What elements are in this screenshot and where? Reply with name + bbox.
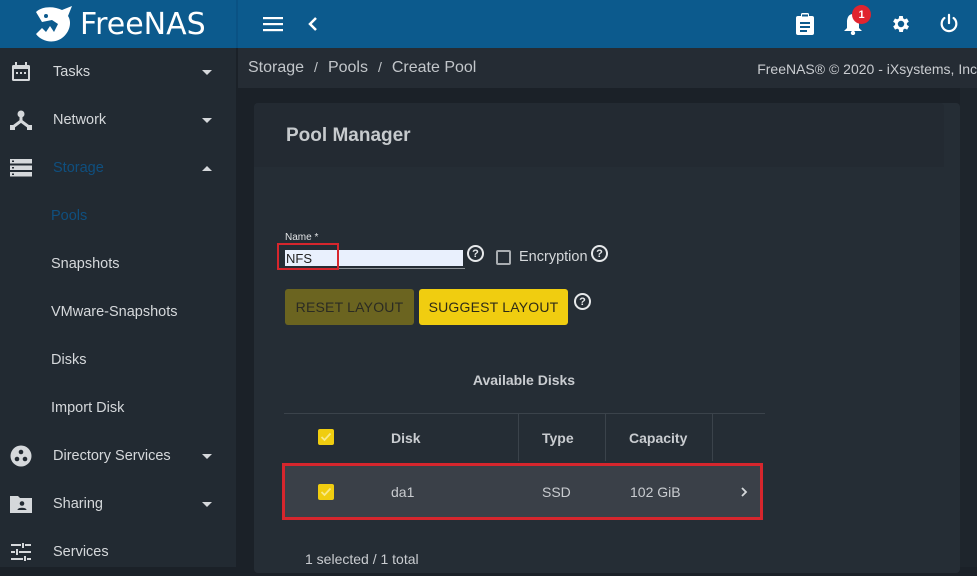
sidebar-subitem-label: VMware-Snapshots bbox=[51, 304, 178, 320]
select-all-checkbox[interactable] bbox=[318, 429, 334, 445]
gear-icon[interactable] bbox=[889, 12, 913, 36]
column-divider bbox=[518, 414, 519, 461]
notification-badge: 1 bbox=[852, 5, 871, 24]
chevron-right-icon[interactable] bbox=[740, 466, 748, 517]
sidebar-item-label: Services bbox=[53, 544, 109, 560]
sidebar: Tasks Network Storage Pools Snapshots VM… bbox=[0, 48, 236, 567]
breadcrumb-separator: / bbox=[377, 59, 382, 75]
shark-logo-icon bbox=[36, 6, 72, 42]
cell-type: SSD bbox=[542, 483, 571, 500]
suggest-layout-button[interactable]: SUGGEST LAYOUT bbox=[419, 289, 568, 325]
caret-down-icon bbox=[202, 117, 212, 123]
clipboard-icon[interactable] bbox=[793, 12, 817, 36]
sidebar-item-sharing[interactable]: Sharing bbox=[0, 480, 236, 528]
sidebar-subitem-snapshots[interactable]: Snapshots bbox=[0, 240, 236, 288]
cell-disk: da1 bbox=[391, 483, 415, 500]
storage-icon bbox=[10, 157, 32, 179]
pool-name-input[interactable] bbox=[285, 250, 463, 266]
pool-manager-card: Pool Manager Name * ? Encryption ? RESET… bbox=[254, 103, 960, 573]
caret-down-icon bbox=[202, 453, 212, 459]
available-disks-title: Available Disks bbox=[472, 372, 576, 388]
sidebar-subitem-label: Disks bbox=[51, 352, 87, 368]
breadcrumb-storage[interactable]: Storage bbox=[248, 59, 304, 77]
caret-down-icon bbox=[202, 69, 212, 75]
main-content: Pool Manager Name * ? Encryption ? RESET… bbox=[238, 88, 977, 573]
sidebar-item-directory-services[interactable]: Directory Services bbox=[0, 432, 236, 480]
sliders-icon bbox=[10, 541, 32, 563]
sidebar-item-network[interactable]: Network bbox=[0, 96, 236, 144]
menu-icon[interactable] bbox=[261, 12, 285, 36]
directory-icon bbox=[10, 445, 32, 467]
check-icon bbox=[320, 487, 332, 497]
breadcrumb-pools[interactable]: Pools bbox=[328, 59, 368, 77]
caret-up-icon bbox=[202, 165, 212, 171]
available-disks-table: Disk Type Capacity da1 SSD 102 GiB bbox=[282, 413, 765, 520]
sidebar-item-label: Tasks bbox=[53, 64, 91, 80]
sidebar-item-label: Network bbox=[53, 112, 107, 128]
encryption-checkbox[interactable] bbox=[496, 250, 511, 265]
column-divider bbox=[605, 414, 606, 461]
sidebar-item-label: Directory Services bbox=[53, 448, 171, 464]
network-icon bbox=[10, 109, 32, 131]
sidebar-subitem-label: Snapshots bbox=[51, 256, 120, 272]
shared-folder-icon bbox=[10, 493, 32, 515]
name-help-icon[interactable]: ? bbox=[467, 245, 484, 262]
encryption-help-icon[interactable]: ? bbox=[591, 245, 608, 262]
name-field-label: Name * bbox=[285, 232, 319, 243]
row-checkbox[interactable] bbox=[318, 484, 334, 500]
cell-capacity: 102 GiB bbox=[630, 483, 681, 500]
sidebar-subitem-pools[interactable]: Pools bbox=[0, 192, 236, 240]
breadcrumb-separator: / bbox=[314, 59, 318, 75]
column-header-type[interactable]: Type bbox=[542, 414, 574, 461]
power-icon[interactable] bbox=[937, 12, 961, 36]
copyright-text: FreeNAS® © 2020 - iXsystems, Inc bbox=[757, 61, 977, 77]
freenas-logo[interactable]: FreeNAS™ bbox=[32, 0, 213, 46]
breadcrumb-bar: Storage / Pools / Create Pool FreeNAS® ©… bbox=[238, 48, 977, 88]
table-row[interactable]: da1 SSD 102 GiB bbox=[285, 466, 760, 517]
check-icon bbox=[320, 432, 332, 442]
sidebar-subitem-label: Import Disk bbox=[51, 400, 125, 416]
calendar-icon bbox=[10, 61, 32, 83]
chevron-left-icon[interactable] bbox=[301, 12, 325, 36]
sidebar-subitem-import-disk[interactable]: Import Disk bbox=[0, 384, 236, 432]
breadcrumb-create-pool: Create Pool bbox=[391, 59, 477, 76]
brand-name: FreeNAS™ bbox=[80, 0, 213, 42]
selection-count: 1 selected / 1 total bbox=[305, 551, 419, 567]
reset-layout-button[interactable]: RESET LAYOUT bbox=[285, 289, 414, 325]
table-header: Disk Type Capacity bbox=[284, 413, 765, 461]
topbar-divider bbox=[236, 0, 238, 48]
layout-help-icon[interactable]: ? bbox=[574, 293, 591, 310]
page-scroll-track[interactable] bbox=[960, 88, 977, 567]
sidebar-item-services[interactable]: Services bbox=[0, 528, 236, 576]
sidebar-subitem-disks[interactable]: Disks bbox=[0, 336, 236, 384]
name-field-wrapper bbox=[283, 249, 465, 269]
column-divider bbox=[712, 414, 713, 461]
sidebar-subitem-vmware-snapshots[interactable]: VMware-Snapshots bbox=[0, 288, 236, 336]
column-header-capacity[interactable]: Capacity bbox=[629, 414, 687, 461]
breadcrumb: Storage / Pools / Create Pool bbox=[248, 59, 476, 77]
sidebar-item-label: Storage bbox=[53, 160, 104, 176]
page-title: Pool Manager bbox=[286, 125, 411, 146]
caret-down-icon bbox=[202, 501, 212, 507]
sidebar-item-storage[interactable]: Storage bbox=[0, 144, 236, 192]
top-bar: FreeNAS™ 1 bbox=[0, 0, 977, 48]
encryption-label: Encryption bbox=[519, 249, 588, 265]
sidebar-item-label: Sharing bbox=[53, 496, 103, 512]
column-header-disk[interactable]: Disk bbox=[391, 414, 421, 461]
card-header: Pool Manager bbox=[254, 103, 944, 167]
sidebar-subitem-label: Pools bbox=[51, 208, 88, 224]
sidebar-item-tasks[interactable]: Tasks bbox=[0, 48, 236, 96]
